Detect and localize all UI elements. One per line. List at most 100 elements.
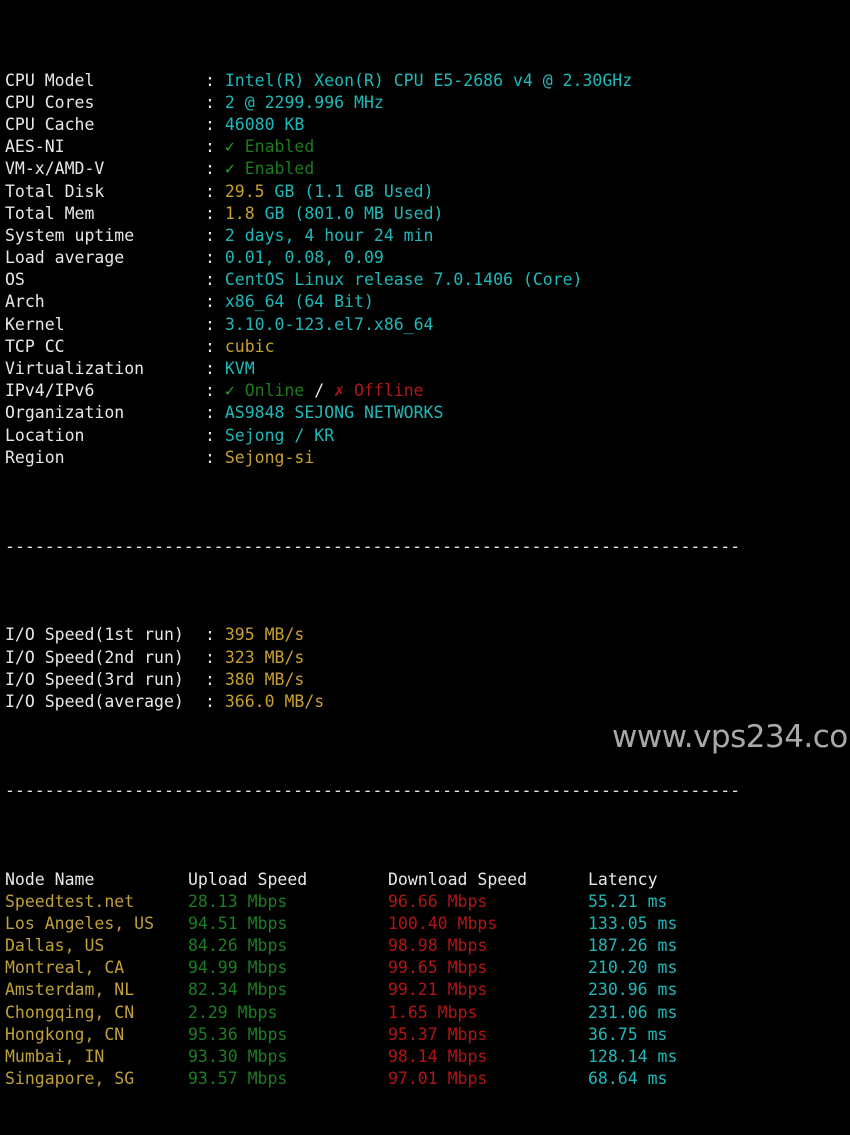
info-row-label: CPU Model: [5, 70, 95, 90]
info-row: System uptime: 2 days, 4 hour 24 min: [5, 225, 850, 247]
info-row: AES-NI: ✓ Enabled: [5, 136, 850, 158]
speedtest-upload-speed: 28.13 Mbps: [188, 891, 288, 911]
check-icon: ✓: [224, 137, 235, 157]
info-row-colon: :: [205, 137, 225, 157]
check-icon: ✓: [224, 381, 235, 401]
row-value: Sejong-si: [224, 447, 315, 467]
row-value: cubic: [224, 336, 275, 356]
row-value-rest: GB (801.0 MB Used): [254, 203, 444, 223]
info-row-label: CPU Cores: [5, 92, 95, 112]
io-speed-row: I/O Speed(1st run): 395 MB/s: [5, 624, 850, 646]
info-row-colon: :: [205, 292, 225, 312]
speedtest-node-name: Montreal, CA: [5, 958, 125, 978]
info-row: IPv4/IPv6: ✓ Online / ✗ Offline: [5, 380, 850, 402]
io-speed-colon: :: [205, 625, 225, 645]
info-row: Total Mem: 1.8 GB (801.0 MB Used): [5, 203, 850, 225]
speedtest-row: Los Angeles, US 94.51 Mbps 100.40 Mbps 133.…: [5, 913, 850, 935]
speedtest-row: Chongqing, CN 2.29 Mbps 1.65 Mbps 231.06 ms: [5, 1002, 850, 1024]
separator-line-1: ----------------------------------------…: [5, 536, 741, 556]
info-row: Kernel: 3.10.0-123.el7.x86_64: [5, 314, 850, 336]
speedtest-download-speed: 99.21 Mbps: [388, 980, 488, 1000]
speedtest-node-name: Amsterdam, NL: [5, 980, 135, 1000]
speedtest-row: Dallas, US 84.26 Mbps 98.98 Mbps 187.26 ms: [5, 935, 850, 957]
info-row-label: Virtualization: [5, 359, 145, 379]
column-header-node-name: Node Name: [5, 869, 95, 889]
speedtest-row: Speedtest.net 28.13 Mbps 96.66 Mbps 55.21 m…: [5, 891, 850, 913]
info-row: Load average: 0.01, 0.08, 0.09: [5, 247, 850, 269]
check-icon: ✓: [224, 159, 235, 179]
io-speed-label: I/O Speed(3rd run): [5, 669, 184, 689]
speedtest-node-name: Mumbai, IN: [5, 1047, 105, 1067]
ipv4-status: Online: [234, 381, 305, 401]
info-row: Region: Sejong-si: [5, 447, 850, 469]
speedtest-upload-speed: 93.30 Mbps: [188, 1047, 288, 1067]
speedtest-download-speed: 1.65 Mbps: [388, 1002, 478, 1022]
speedtest-node-name: Dallas, US: [5, 936, 105, 956]
info-row-label: System uptime: [5, 225, 135, 245]
info-row-label: Total Disk: [5, 181, 105, 201]
io-speed-value: 323 MB/s: [224, 647, 305, 667]
row-value: 3.10.0-123.el7.x86_64: [224, 314, 434, 334]
info-row-colon: :: [205, 381, 225, 401]
row-value: CentOS Linux release 7.0.1406 (Core): [224, 270, 583, 290]
separator-line-2: ----------------------------------------…: [5, 780, 741, 800]
speedtest-latency: 128.14 ms: [588, 1047, 678, 1067]
speedtest-upload-speed: 94.99 Mbps: [188, 958, 288, 978]
info-row: OS: CentOS Linux release 7.0.1406 (Core): [5, 269, 850, 291]
speedtest-upload-speed: 82.34 Mbps: [188, 980, 288, 1000]
speedtest-upload-speed: 84.26 Mbps: [188, 936, 288, 956]
speedtest-download-speed: 99.65 Mbps: [388, 958, 488, 978]
info-row-colon: :: [205, 425, 225, 445]
row-value: Enabled: [234, 137, 315, 157]
speedtest-row: Amsterdam, NL 82.34 Mbps 99.21 Mbps 230.96 …: [5, 979, 850, 1001]
info-row: CPU Cache: 46080 KB: [5, 114, 850, 136]
info-row-label: Region: [5, 447, 65, 467]
speedtest-upload-speed: 95.36 Mbps: [188, 1024, 288, 1044]
speedtest-node-name: Chongqing, CN: [5, 1002, 135, 1022]
info-row-label: VM-x/AMD-V: [5, 159, 105, 179]
speedtest-row: Hongkong, CN 95.36 Mbps 95.37 Mbps 36.75 ms: [5, 1024, 850, 1046]
io-speed-row: I/O Speed(3rd run): 380 MB/s: [5, 669, 850, 691]
speedtest-node-name: Los Angeles, US: [5, 913, 155, 933]
info-row-colon: :: [205, 314, 225, 334]
info-row-colon: :: [205, 270, 225, 290]
speedtest-latency: 187.26 ms: [588, 936, 678, 956]
info-row-label: OS: [5, 270, 25, 290]
info-row-label: TCP CC: [5, 336, 65, 356]
ipv6-status: Offline: [344, 381, 424, 401]
info-row: Location: Sejong / KR: [5, 425, 850, 447]
cross-icon: ✗: [334, 381, 345, 401]
speedtest-download-speed: 96.66 Mbps: [388, 891, 488, 911]
info-row-label: Total Mem: [5, 203, 95, 223]
info-row-colon: :: [205, 225, 225, 245]
info-row: TCP CC: cubic: [5, 336, 850, 358]
row-value: Sejong / KR: [224, 425, 335, 445]
column-header-latency: Latency: [588, 869, 658, 889]
row-value: 2 @ 2299.996 MHz: [224, 92, 384, 112]
info-row: Virtualization: KVM: [5, 358, 850, 380]
info-row-colon: :: [205, 70, 225, 90]
info-row: Arch: x86_64 (64 Bit): [5, 291, 850, 313]
speedtest-latency: 55.21 ms: [588, 891, 668, 911]
info-row-label: Location: [5, 425, 85, 445]
io-speed-colon: :: [205, 647, 225, 667]
speedtest-download-speed: 95.37 Mbps: [388, 1024, 488, 1044]
info-row: CPU Model: Intel(R) Xeon(R) CPU E5-2686 …: [5, 70, 850, 92]
column-header-upload-speed: Upload Speed: [188, 869, 308, 889]
speedtest-row: Mumbai, IN 93.30 Mbps 98.14 Mbps 128.14 ms: [5, 1046, 850, 1068]
io-speed-label: I/O Speed(1st run): [5, 625, 184, 645]
speedtest-node-name: Hongkong, CN: [5, 1024, 125, 1044]
row-value: AS9848 SEJONG NETWORKS: [224, 403, 444, 423]
info-row-colon: :: [205, 359, 225, 379]
speedtest-download-speed: 98.14 Mbps: [388, 1047, 488, 1067]
info-row-colon: :: [205, 403, 225, 423]
speedtest-download-speed: 97.01 Mbps: [388, 1069, 488, 1089]
io-speed-colon: :: [205, 691, 225, 711]
info-row-label: IPv4/IPv6: [5, 381, 95, 401]
info-row-label: CPU Cache: [5, 114, 95, 134]
info-row-label: Kernel: [5, 314, 65, 334]
info-row-colon: :: [205, 336, 225, 356]
speedtest-row: Singapore, SG 93.57 Mbps 97.01 Mbps 68.64 m…: [5, 1068, 850, 1090]
info-row-colon: :: [205, 92, 225, 112]
info-row: VM-x/AMD-V: ✓ Enabled: [5, 158, 850, 180]
